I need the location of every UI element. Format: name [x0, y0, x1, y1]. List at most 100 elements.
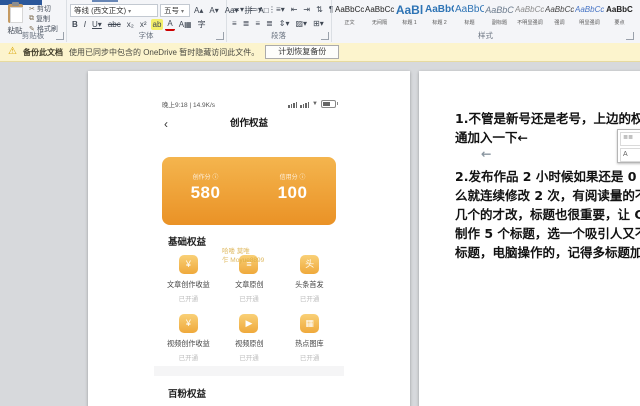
restore-backup-button[interactable]: 计划恢复备份 [265, 45, 339, 59]
sort-icon[interactable]: ⇅ [314, 4, 325, 15]
strikethrough-icon[interactable]: abc [106, 19, 123, 30]
character-shading-icon[interactable]: A▦ [177, 19, 194, 30]
body-text-line[interactable]: 么就连续修改 2 次，有阅读量的不 [455, 185, 640, 204]
font-dialog-launcher[interactable] [216, 32, 224, 40]
score-card-left: 创作分 ⓘ 580 [162, 157, 249, 225]
decrease-indent-icon[interactable]: ⇤ [289, 4, 300, 15]
video-original-icon: ▶ [239, 314, 258, 333]
shading-icon[interactable]: ▨▾ [293, 18, 309, 29]
paragraph-mark[interactable]: ← [481, 146, 491, 161]
score-card: 创作分 ⓘ 580 信用分 ⓘ 100 [162, 157, 336, 225]
headline-first-icon: 头 [300, 255, 319, 274]
align-right-icon[interactable]: ≡ [253, 18, 262, 29]
paragraph-group: ≔▾ ≕▾ ⋮≡▾ ⇤ ⇥ ⇅ ¶ ≡ ≣ ≡ ≣ ⇕▾ ▨▾ ⊞▾ 段落 [226, 0, 332, 42]
signal2-icon [300, 102, 309, 108]
font-group: 等线 (西文正文)▾ 五号▾ A▴ A▾ Aa▾ 拼 A□ B I U▾ abc… [66, 0, 227, 42]
scissors-icon: ✂ [29, 5, 35, 13]
align-left-icon[interactable]: ≡ [230, 18, 239, 29]
style-item-subtle-emphasis[interactable]: AaBbCcD 不明显强调 [515, 2, 544, 33]
grow-font-icon[interactable]: A▴ [192, 5, 205, 16]
subscript-icon[interactable]: x₂ [125, 19, 136, 30]
body-text-line[interactable]: 标题，电脑操作的，记得多标题加 [455, 242, 640, 261]
status-badge: 已开通 [219, 352, 280, 362]
text-highlight-icon[interactable]: ab [151, 19, 164, 30]
creation-score-value: 580 [162, 183, 249, 203]
benefit-item: ▶ 视频原创 已开通 [219, 307, 280, 366]
phone-page-title: 创作权益 [230, 118, 268, 129]
phone-status-left: 晚上9:18 | 14.9K/s [162, 99, 215, 109]
clipboard-small-buttons: ✂ 剪切 ⧉ 复制 ✎ 格式刷 [29, 4, 58, 33]
style-item-normal[interactable]: AaBbCcD 正文 [335, 2, 364, 33]
style-item-title[interactable]: AaBbC 标题 [455, 2, 484, 33]
copy-button[interactable]: ⧉ 复制 [29, 14, 58, 23]
justify-icon[interactable]: ≣ [264, 18, 275, 29]
bullet-list-icon[interactable]: ≔▾ [230, 4, 246, 15]
style-item-subtitle[interactable]: AaBbC 副标题 [485, 2, 514, 33]
ribbon-home-tab: 粘贴 ✂ 剪切 ⧉ 复制 ✎ 格式刷 剪贴板 [0, 0, 640, 44]
benefit-item: 头 头条首发 已开通 [279, 248, 340, 307]
borders-icon[interactable]: ⊞▾ [311, 18, 326, 29]
body-text-line[interactable]: 制作 5 个标题，选一个吸引人又不 [455, 223, 640, 242]
message-bar: ⚠ 备份此文档 使用已同步中包含的 OneDrive 暂时隐藏访问此文件。 计划… [0, 43, 640, 62]
page-2[interactable]: 1.不管是新号还是老号，上边的权 通加入一下← ← 2.发布作品 2 小时候如果… [419, 71, 640, 406]
section-title-basic-benefits: 基础权益 [168, 234, 206, 248]
shrink-font-icon[interactable]: A▾ [207, 5, 220, 16]
score-card-right: 信用分 ⓘ 100 [249, 157, 336, 225]
page-1[interactable]: 晚上9:18 | 14.9K/s ▼ ‹ 创作权益 创作分 ⓘ 580 信用分 … [88, 71, 410, 406]
style-item-intense-emphasis[interactable]: AaBbCcD 明显强调 [575, 2, 604, 33]
section-divider [154, 366, 344, 376]
copy-icon: ⧉ [29, 15, 34, 23]
watermark: 哈喽 莫唯 乍 Moyue8899 [222, 247, 264, 265]
align-center-icon[interactable]: ≣ [241, 18, 252, 29]
section-title-fan-benefits: 百粉权益 [168, 386, 206, 400]
style-item-heading2[interactable]: AaBbC 标题 2 [425, 2, 454, 33]
status-badge: 已开通 [279, 293, 340, 303]
styles-group-label: 样式 [331, 30, 640, 41]
increase-indent-icon[interactable]: ⇥ [301, 4, 312, 15]
cut-button[interactable]: ✂ 剪切 [29, 4, 58, 13]
back-chevron-icon: ‹ [164, 116, 168, 132]
phone-status-icons: ▼ [288, 100, 336, 108]
clipboard-dialog-launcher[interactable] [56, 32, 64, 40]
paragraph-dialog-launcher[interactable] [321, 32, 329, 40]
body-text-line[interactable]: 通加入一下← [455, 127, 528, 146]
style-item-strong[interactable]: AaBbC 要点 [605, 2, 634, 33]
paragraph-group-label: 段落 [226, 30, 331, 41]
status-badge: 已开通 [158, 293, 219, 303]
message-bar-title: 备份此文档 [23, 47, 63, 58]
floating-mini-panel-row: A [620, 148, 640, 162]
phone-nav-bar: ‹ 创作权益 [154, 116, 344, 132]
article-income-icon: ¥ [179, 255, 198, 274]
enclose-characters-icon[interactable]: 字 [196, 19, 208, 30]
line-spacing-icon[interactable]: ⇕▾ [277, 18, 292, 29]
font-name-combobox[interactable]: 等线 (西文正文)▾ [70, 4, 158, 17]
bold-icon[interactable]: B [70, 19, 80, 30]
message-bar-text: 使用已同步中包含的 OneDrive 暂时隐藏访问此文件。 [69, 47, 259, 58]
benefits-grid: ¥ 文章创作收益 已开通 ≡ 文章原创 已开通 头 头条首发 已开通 ¥ 视频创… [158, 248, 340, 366]
wifi-icon: ▼ [312, 101, 318, 108]
style-item-emphasis[interactable]: AaBbCcD 强调 [545, 2, 574, 33]
font-size-combobox[interactable]: 五号▾ [160, 4, 190, 17]
signal-icon [288, 102, 297, 108]
style-item-no-spacing[interactable]: AaBbCcD 无间隔 [365, 2, 394, 33]
multilevel-list-icon[interactable]: ⋮≡▾ [266, 4, 287, 15]
underline-icon[interactable]: U▾ [90, 19, 104, 30]
italic-icon[interactable]: I [82, 19, 88, 30]
body-text-line[interactable]: 几个的才改，标题也很重要，让 G [455, 204, 640, 223]
style-item-heading1[interactable]: AaBl 标题 1 [395, 2, 424, 33]
numbered-list-icon[interactable]: ≕▾ [248, 4, 264, 15]
body-text-line[interactable]: 1.不管是新号还是老号，上边的权 [455, 108, 640, 127]
styles-dialog-launcher[interactable] [626, 32, 634, 40]
status-badge: 已开通 [219, 293, 280, 303]
styles-gallery: AaBbCcD 正文 AaBbCcD 无间隔 AaBl 标题 1 AaBbC 标… [335, 2, 634, 33]
body-text-line[interactable]: 2.发布作品 2 小时候如果还是 0 阅 [455, 166, 640, 185]
floating-mini-panel-row: ≣≣ [620, 132, 640, 146]
battery-icon [321, 100, 336, 108]
clipboard-group: 粘贴 ✂ 剪切 ⧉ 复制 ✎ 格式刷 剪贴板 [0, 0, 67, 42]
font-group-label: 字体 [66, 30, 226, 41]
credit-score-value: 100 [249, 183, 336, 203]
clipboard-icon [8, 4, 23, 23]
status-badge: 已开通 [158, 352, 219, 362]
floating-mini-panel[interactable]: ≣≣ A [617, 129, 640, 163]
superscript-icon[interactable]: x² [138, 19, 149, 30]
